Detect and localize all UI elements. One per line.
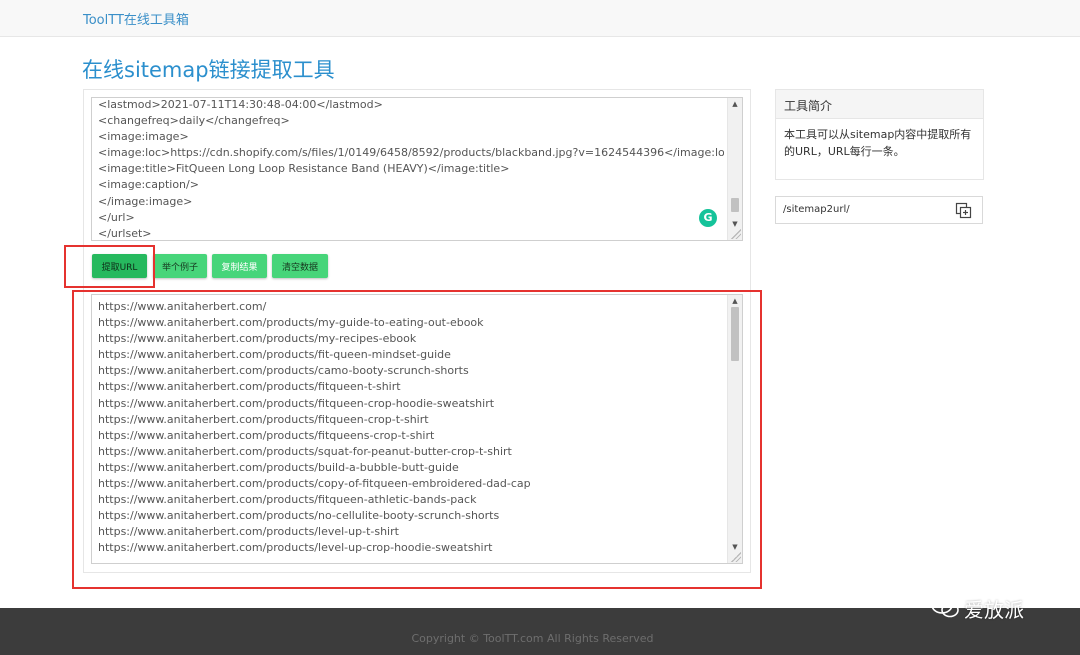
- footer: Copyright © ToolTT.com All Rights Reserv…: [0, 608, 1080, 655]
- copy-url-icon[interactable]: [955, 202, 972, 219]
- input-line: <image:title>FitQueen Long Loop Resistan…: [98, 162, 510, 176]
- output-url-line: https://www.anitaherbert.com/products/le…: [98, 525, 399, 539]
- tool-intro-header: 工具简介: [776, 90, 983, 119]
- watermark-text: 爱放派: [964, 598, 1024, 622]
- copy-result-button[interactable]: 复制结果: [212, 254, 267, 278]
- output-url-line: https://www.anitaherbert.com/: [98, 300, 267, 313]
- extract-url-button[interactable]: 提取URL: [92, 254, 147, 278]
- url-output-content: https://www.anitaherbert.com/https://www…: [98, 299, 724, 563]
- output-url-line: https://www.anitaherbert.com/products/fi…: [98, 348, 451, 362]
- output-url-line: https://www.anitaherbert.com/products/fi…: [98, 493, 477, 507]
- output-url-line: https://www.anitaherbert.com/products/co…: [98, 477, 531, 491]
- tool-url-box: /sitemap2url/: [775, 196, 983, 224]
- output-url-line: https://www.anitaherbert.com/products/sq…: [98, 444, 512, 458]
- input-line: <changefreq>daily</changefreq>: [98, 114, 290, 128]
- example-button[interactable]: 举个例子: [153, 254, 207, 278]
- output-url-line: https://www.anitaherbert.com/products/ca…: [98, 364, 469, 378]
- footer-copyright: Copyright © ToolTT.com All Rights Reserv…: [411, 632, 654, 645]
- output-url-line: https://www.anitaherbert.com/products/my…: [98, 316, 484, 330]
- resize-grip-icon[interactable]: [731, 552, 741, 562]
- input-scroll-thumb[interactable]: [731, 198, 739, 212]
- input-line: <image:image>: [98, 130, 189, 144]
- tool-intro-title: 工具简介: [784, 99, 833, 113]
- output-url-line: https://www.anitaherbert.com/products/fi…: [98, 428, 435, 442]
- input-line: <image:caption/>: [98, 178, 199, 192]
- input-line: </url>: [98, 210, 135, 224]
- brand-link[interactable]: ToolTT在线工具箱: [83, 9, 189, 28]
- output-scrollbar[interactable]: ▲ ▼: [727, 295, 742, 563]
- input-line: <lastmod>2021-07-11T14:30:48-04:00</last…: [98, 98, 383, 111]
- tool-intro-card: 工具简介 本工具可以从sitemap内容中提取所有的URL，URL每行一条。: [775, 89, 984, 180]
- clear-data-button[interactable]: 清空数据: [272, 254, 328, 278]
- sitemap-input-content: <lastmod>2021-07-11T14:30:48-04:00</last…: [98, 98, 724, 240]
- output-url-line: https://www.anitaherbert.com/products/my…: [98, 332, 417, 346]
- output-url-line: https://www.anitaherbert.com/products/le…: [98, 541, 493, 555]
- top-navbar: ToolTT在线工具箱: [0, 0, 1080, 37]
- output-url-line: https://www.anitaherbert.com/products/fi…: [98, 380, 401, 394]
- tool-url-path: /sitemap2url/: [783, 204, 850, 215]
- tool-intro-body: 本工具可以从sitemap内容中提取所有的URL，URL每行一条。: [784, 128, 972, 158]
- scroll-up-icon[interactable]: ▲: [728, 295, 742, 307]
- sitemap-input-textarea[interactable]: <lastmod>2021-07-11T14:30:48-04:00</last…: [91, 97, 743, 241]
- url-output-textarea[interactable]: https://www.anitaherbert.com/https://www…: [91, 294, 743, 564]
- scroll-up-icon[interactable]: ▲: [728, 98, 742, 110]
- output-url-line: https://www.anitaherbert.com/products/bu…: [98, 460, 459, 474]
- input-scrollbar[interactable]: ▲ ▼: [727, 98, 742, 240]
- grammarly-icon[interactable]: G: [699, 209, 717, 227]
- output-url-line: https://www.anitaherbert.com/products/fi…: [98, 412, 429, 426]
- input-line: <image:loc>https://cdn.shopify.com/s/fil…: [98, 146, 724, 160]
- output-url-line: https://www.anitaherbert.com/products/fi…: [98, 396, 495, 410]
- output-scroll-thumb[interactable]: [731, 307, 739, 361]
- input-line: </urlset>: [98, 226, 152, 240]
- wechat-icon: [931, 596, 959, 618]
- resize-grip-icon[interactable]: [731, 229, 741, 239]
- input-line: </image:image>: [98, 194, 193, 208]
- page-title: 在线sitemap链接提取工具: [82, 58, 335, 82]
- output-url-line: https://www.anitaherbert.com/products/no…: [98, 509, 500, 523]
